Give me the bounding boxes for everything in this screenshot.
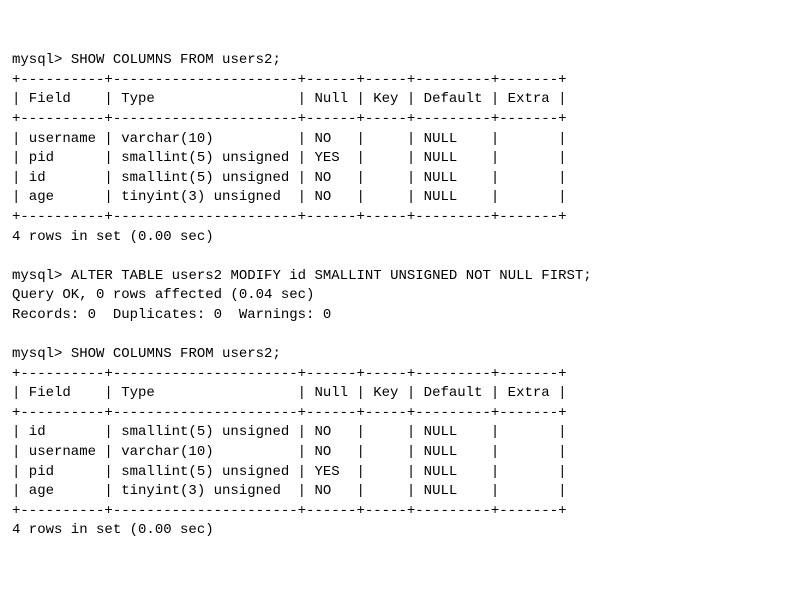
table-row: | username | varchar(10) | NO | | NULL |… — [12, 131, 567, 147]
table2-border-mid: +----------+----------------------+-----… — [12, 405, 567, 421]
sql-command-3: SHOW COLUMNS FROM users2; — [71, 346, 281, 362]
terminal-output: mysql> SHOW COLUMNS FROM users2; +------… — [12, 51, 794, 541]
table1-border-top: +----------+----------------------+-----… — [12, 72, 567, 88]
result-footer-2: 4 rows in set (0.00 sec) — [12, 522, 214, 538]
table2-header: | Field | Type | Null | Key | Default | … — [12, 385, 567, 401]
mysql-prompt: mysql> — [12, 268, 62, 284]
table-row: | age | tinyint(3) unsigned | NO | | NUL… — [12, 189, 567, 205]
sql-command-2: ALTER TABLE users2 MODIFY id SMALLINT UN… — [71, 268, 592, 284]
query-ok-line: Query OK, 0 rows affected (0.04 sec) — [12, 287, 314, 303]
table-row: | username | varchar(10) | NO | | NULL |… — [12, 444, 567, 460]
table1-border-mid: +----------+----------------------+-----… — [12, 111, 567, 127]
prompt-line-1: mysql> SHOW COLUMNS FROM users2; — [12, 52, 281, 68]
prompt-line-2: mysql> ALTER TABLE users2 MODIFY id SMAL… — [12, 268, 592, 284]
mysql-prompt: mysql> — [12, 346, 62, 362]
table-row: | pid | smallint(5) unsigned | YES | | N… — [12, 150, 567, 166]
sql-command-1: SHOW COLUMNS FROM users2; — [71, 52, 281, 68]
table1-border-bottom: +----------+----------------------+-----… — [12, 209, 567, 225]
table1-header: | Field | Type | Null | Key | Default | … — [12, 91, 567, 107]
records-line: Records: 0 Duplicates: 0 Warnings: 0 — [12, 307, 331, 323]
table-row: | id | smallint(5) unsigned | NO | | NUL… — [12, 424, 567, 440]
table-row: | id | smallint(5) unsigned | NO | | NUL… — [12, 170, 567, 186]
result-footer-1: 4 rows in set (0.00 sec) — [12, 229, 214, 245]
table2-border-bottom: +----------+----------------------+-----… — [12, 503, 567, 519]
prompt-line-3: mysql> SHOW COLUMNS FROM users2; — [12, 346, 281, 362]
table-row: | age | tinyint(3) unsigned | NO | | NUL… — [12, 483, 567, 499]
mysql-prompt: mysql> — [12, 52, 62, 68]
table-row: | pid | smallint(5) unsigned | YES | | N… — [12, 464, 567, 480]
table2-border-top: +----------+----------------------+-----… — [12, 366, 567, 382]
